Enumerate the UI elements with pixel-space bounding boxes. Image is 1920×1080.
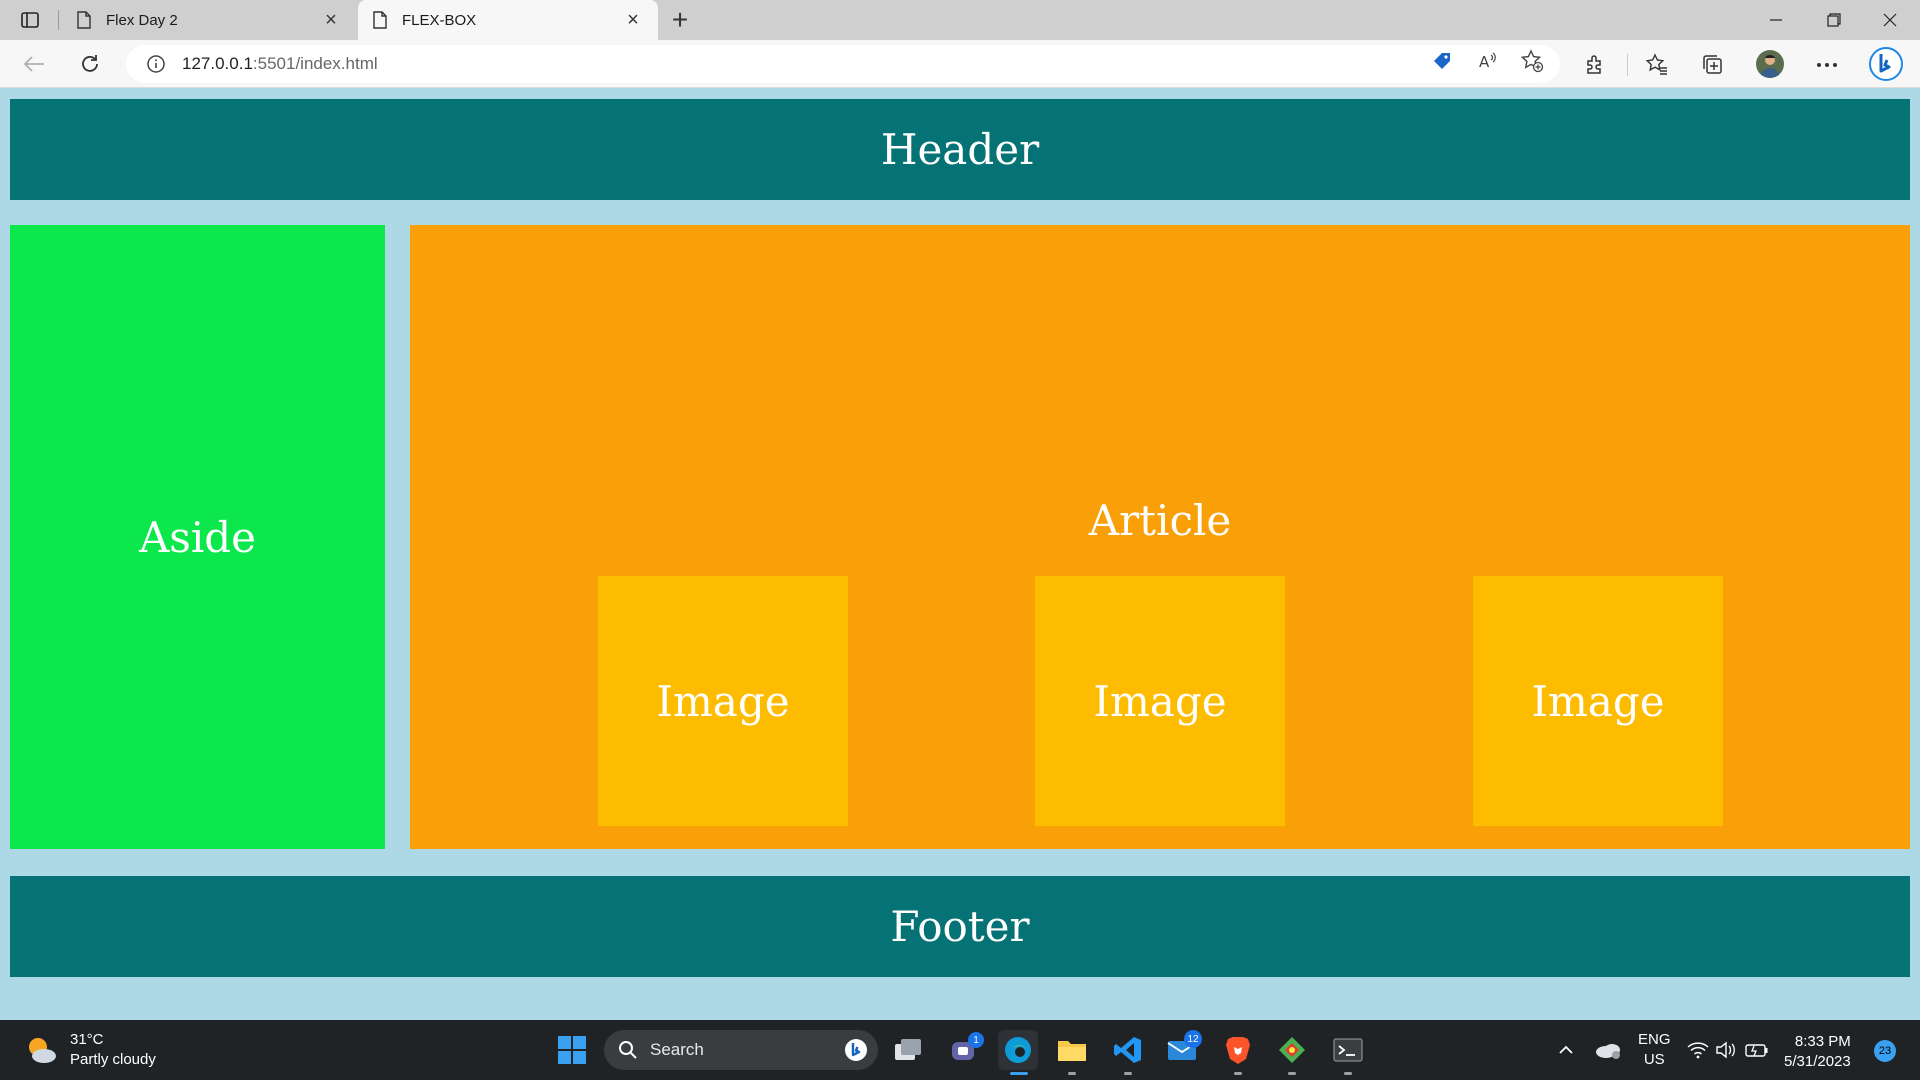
image-box: Image xyxy=(1473,576,1723,826)
image-label: Image xyxy=(1093,676,1227,726)
refresh-icon[interactable] xyxy=(76,50,104,78)
app-indicator xyxy=(1288,1072,1296,1075)
read-aloud-icon[interactable]: A xyxy=(1476,49,1500,73)
search-label: Search xyxy=(650,1040,704,1059)
url-path: :5501/index.html xyxy=(252,54,378,73)
page-viewport: Header Aside Article Image Image Image F… xyxy=(0,88,1920,1020)
close-tab-icon[interactable]: × xyxy=(622,9,644,31)
toolbar-separator xyxy=(1627,54,1628,76)
wifi-icon xyxy=(1687,1042,1709,1059)
svg-text:A: A xyxy=(1479,53,1490,71)
terminal-icon[interactable] xyxy=(1328,1030,1368,1070)
page-header: Header xyxy=(10,99,1910,200)
extensions-icon[interactable] xyxy=(1583,52,1609,78)
new-tab-button[interactable]: + xyxy=(666,4,694,35)
more-options-icon[interactable] xyxy=(1814,52,1840,78)
add-favorite-icon[interactable] xyxy=(1520,49,1544,73)
address-bar: 127.0.0.1:5501/index.html A xyxy=(0,40,1920,88)
app-indicator xyxy=(1124,1072,1132,1075)
footer-text: Footer xyxy=(890,902,1030,951)
back-arrow-icon[interactable] xyxy=(20,50,48,78)
page-article: Article Image Image Image xyxy=(410,225,1910,849)
active-app-indicator xyxy=(1010,1072,1028,1075)
price-tag-icon[interactable] xyxy=(1430,49,1454,73)
teams-chat-icon[interactable]: 1 xyxy=(944,1030,984,1070)
favorites-icon[interactable] xyxy=(1644,52,1670,78)
aside-text: Aside xyxy=(138,512,257,562)
image-box: Image xyxy=(598,576,848,826)
tab-flex-day-2[interactable]: Flex Day 2 × xyxy=(62,0,356,40)
url-text: 127.0.0.1:5501/index.html xyxy=(182,54,378,74)
system-tray[interactable] xyxy=(1680,1030,1776,1070)
app-indicator xyxy=(1234,1072,1242,1075)
file-explorer-icon[interactable] xyxy=(1052,1030,1092,1070)
weather-widget[interactable]: 31°C Partly cloudy xyxy=(24,1030,156,1070)
notification-badge[interactable]: 23 xyxy=(1874,1040,1896,1062)
tab-actions-icon[interactable] xyxy=(16,8,44,32)
app-indicator xyxy=(1068,1072,1076,1075)
tab-flex-box[interactable]: FLEX-BOX × xyxy=(358,0,658,40)
info-icon[interactable] xyxy=(146,54,166,74)
image-label: Image xyxy=(656,676,790,726)
image-box: Image xyxy=(1035,576,1285,826)
minimize-button[interactable] xyxy=(1748,0,1804,40)
url-host: 127.0.0.1 xyxy=(182,54,253,73)
restore-button[interactable] xyxy=(1806,0,1862,40)
url-field[interactable]: 127.0.0.1:5501/index.html xyxy=(126,45,1560,83)
git-tool-icon[interactable] xyxy=(1272,1030,1312,1070)
task-view-icon[interactable] xyxy=(888,1030,928,1070)
tab-bar: Flex Day 2 × FLEX-BOX × + xyxy=(0,0,1920,40)
mail-badge: 12 xyxy=(1184,1030,1202,1048)
brave-browser-icon[interactable] xyxy=(1218,1030,1258,1070)
language-code: ENG xyxy=(1638,1031,1671,1048)
partly-cloudy-icon xyxy=(29,1038,56,1063)
page-icon xyxy=(77,11,91,29)
bing-copilot-icon[interactable] xyxy=(1868,46,1904,82)
page-aside: Aside xyxy=(10,225,385,849)
page-footer: Footer xyxy=(10,876,1910,977)
header-text: Header xyxy=(880,125,1040,174)
app-indicator xyxy=(1344,1072,1352,1075)
close-tab-icon[interactable]: × xyxy=(320,9,342,31)
battery-icon xyxy=(1745,1044,1768,1057)
close-window-button[interactable] xyxy=(1862,0,1918,40)
chevron-up-icon[interactable] xyxy=(1546,1030,1586,1070)
edge-browser-icon[interactable] xyxy=(998,1030,1038,1070)
region-code: US xyxy=(1643,1051,1665,1068)
onedrive-icon[interactable] xyxy=(1588,1030,1628,1070)
weather-temp: 31°C xyxy=(70,1031,104,1048)
collections-icon[interactable] xyxy=(1700,52,1726,78)
page-icon xyxy=(373,11,387,29)
clock[interactable]: 8:33 PM 5/31/2023 xyxy=(1784,1032,1851,1072)
language-indicator[interactable]: ENG US xyxy=(1638,1030,1671,1070)
tab-separator xyxy=(58,10,59,30)
taskbar: 31°C Partly cloudy Search 1 12 ENG US 8:… xyxy=(0,1020,1920,1080)
profile-avatar[interactable] xyxy=(1756,50,1784,78)
vscode-icon[interactable] xyxy=(1108,1030,1148,1070)
volume-icon xyxy=(1716,1041,1735,1059)
image-label: Image xyxy=(1531,676,1665,726)
bing-icon xyxy=(845,1039,867,1061)
taskbar-search[interactable]: Search xyxy=(604,1030,878,1070)
article-title: Article xyxy=(1088,496,1232,545)
tab-title: Flex Day 2 xyxy=(106,11,178,29)
mail-icon[interactable]: 12 xyxy=(1162,1030,1202,1070)
teams-badge: 1 xyxy=(968,1032,984,1048)
windows-start-icon[interactable] xyxy=(552,1030,592,1070)
weather-desc: Partly cloudy xyxy=(70,1051,156,1068)
search-icon xyxy=(619,1041,637,1059)
clock-time: 8:33 PM xyxy=(1794,1033,1851,1050)
clock-date: 5/31/2023 xyxy=(1784,1053,1851,1070)
tab-title: FLEX-BOX xyxy=(402,11,477,29)
